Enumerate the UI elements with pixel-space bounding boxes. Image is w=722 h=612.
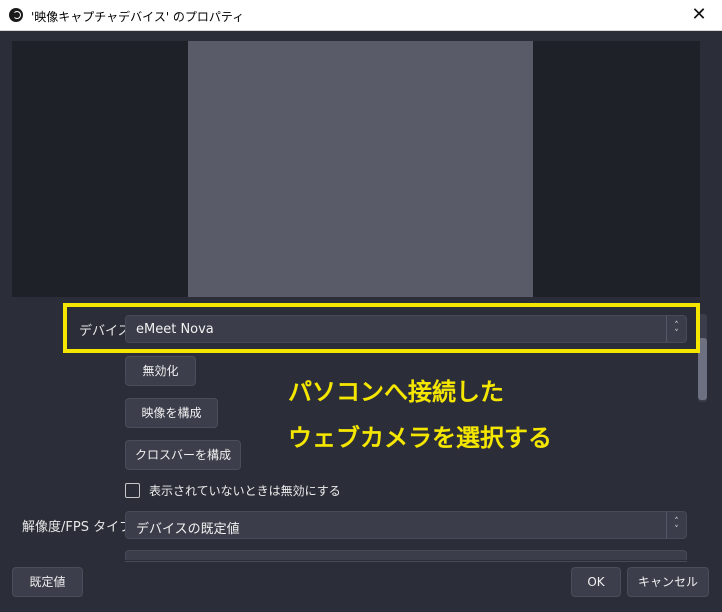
- configure-crossbar-button[interactable]: クロスバーを構成: [125, 440, 241, 470]
- resolution-fps-type-select[interactable]: デバイスの既定値 ˄ ˅: [125, 511, 687, 539]
- deactivate-button[interactable]: 無効化: [125, 356, 196, 386]
- annotation-line-1: パソコンへ接続した: [288, 378, 504, 406]
- obs-app-icon: [9, 8, 23, 22]
- window-title: '映像キャプチャデバイス' のプロパティ: [31, 10, 245, 24]
- deactivate-when-hidden-checkbox[interactable]: [125, 483, 140, 498]
- configure-video-button[interactable]: 映像を構成: [125, 398, 218, 428]
- defaults-button[interactable]: 既定値: [12, 567, 83, 597]
- ok-button[interactable]: OK: [571, 567, 621, 597]
- resolution-fps-type-label: 解像度/FPS タイプ: [22, 520, 133, 535]
- cancel-button[interactable]: キャンセル: [627, 567, 709, 597]
- footer-divider: [0, 560, 722, 561]
- close-button[interactable]: ✕: [676, 0, 722, 30]
- annotation-line-2: ウェブカメラを選択する: [288, 424, 552, 452]
- preview-area: [12, 41, 700, 297]
- video-preview: [188, 41, 533, 297]
- device-highlight-box: [63, 303, 700, 353]
- resolution-fps-type-value: デバイスの既定値: [136, 522, 240, 537]
- title-bar: '映像キャプチャデバイス' のプロパティ ✕: [0, 0, 722, 31]
- chevron-up-down-icon: ˄ ˅: [666, 512, 686, 538]
- deactivate-when-hidden-label: 表示されていないときは無効にする: [149, 484, 341, 498]
